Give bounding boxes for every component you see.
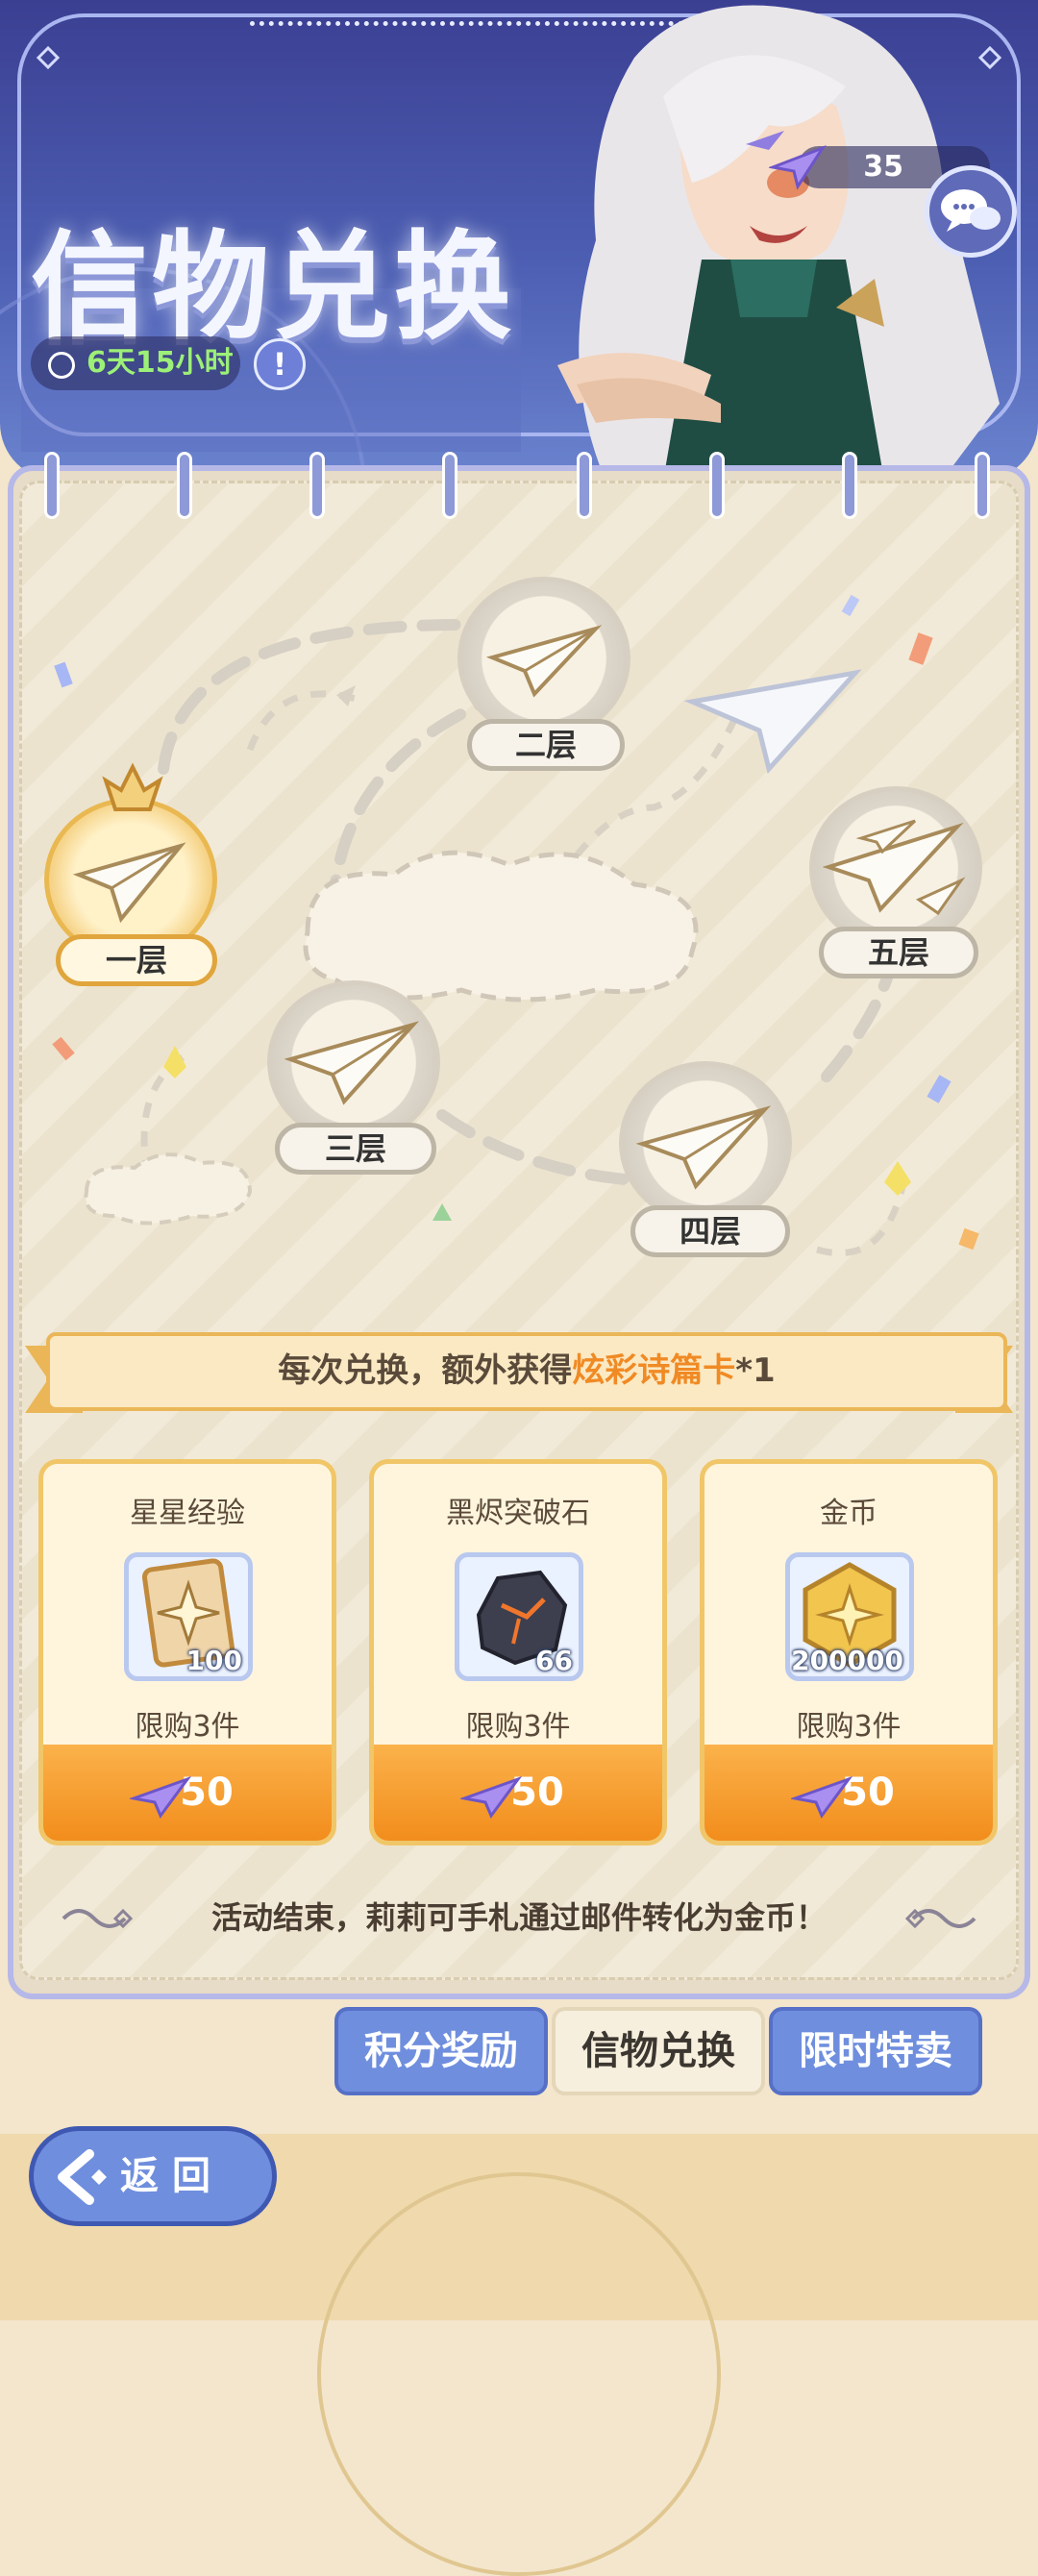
item-count: 200000 [791,1645,903,1676]
item-limit: 限购3件 [135,1710,240,1744]
paper-planes-icon [823,819,966,916]
clock-icon [48,352,75,379]
back-label: 返回 [120,2154,224,2198]
ribbon-highlight: 炫彩诗篇卡 [572,1351,736,1390]
paper-plane-currency-icon [769,144,827,190]
binder-ring [177,452,192,519]
floor-label-3: 三层 [275,1123,436,1175]
item-limit: 限购3件 [796,1710,902,1744]
buy-button[interactable]: 50 [704,1745,993,1841]
chat-icon [941,189,1001,232]
item-limit: 限购3件 [465,1710,571,1744]
paper-plane-currency-icon [130,1775,191,1819]
paper-plane-icon [284,1021,419,1105]
paper-plane-icon [636,1105,771,1190]
back-arrow-icon [58,2149,107,2205]
binder-ring [709,452,725,519]
binder-ring [577,452,592,519]
tab-token-exchange[interactable]: 信物兑换 [552,2007,765,2095]
paper-plane-currency-icon [791,1775,853,1819]
paper-plane-currency-icon [460,1775,522,1819]
floor-label-4: 四层 [630,1205,790,1257]
tab-limited-sale[interactable]: 限时特卖 [769,2007,982,2095]
floor-label-2: 二层 [467,719,625,771]
bottom-ornament [317,2172,721,2576]
event-end-notice: 活动结束，莉莉可手札通过邮件转化为金币！ [210,1899,827,1936]
binder-ring [309,452,325,519]
item-name: 星星经验 [130,1497,245,1530]
tab-points-reward[interactable]: 积分奖励 [334,2007,548,2095]
shop-item-card[interactable]: 黑烬突破石 66 限购3件 50 [369,1459,667,1845]
binder-ring [442,452,457,519]
item-name: 金币 [820,1497,877,1530]
floor-label-5: 五层 [819,927,978,978]
item-count: 66 [535,1645,573,1676]
ribbon-prefix: 每次兑换，额外获得 [278,1351,573,1390]
buy-button[interactable]: 50 [43,1745,332,1841]
item-icon-frame: 200000 [785,1552,914,1681]
floor-label-1: 一层 [56,934,217,986]
shop-item-card[interactable]: 星星经验 100 限购3件 50 [38,1459,336,1845]
ribbon-suffix: *1 [735,1351,776,1390]
bonus-ribbon: 每次兑换，额外获得炫彩诗篇卡*1 [46,1332,1007,1411]
buy-button[interactable]: 50 [374,1745,662,1841]
ornament-left-icon [62,1908,134,1929]
paper-plane-icon [486,625,602,698]
chat-button[interactable] [925,165,1017,258]
shop-item-card[interactable]: 金币 200000 限购3件 50 [700,1459,998,1845]
binder-ring [975,452,990,519]
info-button[interactable]: ! [254,338,306,390]
binder-ring [44,452,60,519]
crown-icon [102,762,163,811]
item-icon-frame: 66 [455,1552,583,1681]
paper-plane-icon [73,842,186,923]
binder-ring [842,452,857,519]
item-name: 黑烬突破石 [446,1497,590,1530]
item-count: 100 [185,1645,242,1676]
ornament-right-icon [904,1908,976,1929]
back-button[interactable]: 返回 [29,2126,277,2226]
item-icon-frame: 100 [124,1552,253,1681]
